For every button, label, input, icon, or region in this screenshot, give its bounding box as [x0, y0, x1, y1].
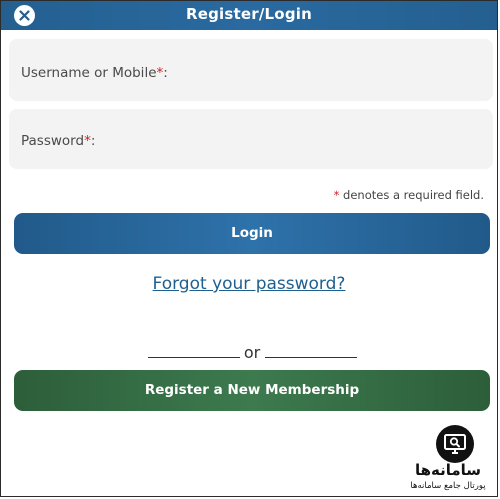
password-label: Password*: — [21, 133, 96, 149]
dialog-header: Register/Login — [1, 1, 497, 30]
watermark-logo: سامانه‌ها پورتال جامع سامانه‌ها — [399, 425, 497, 495]
divider-line-left — [148, 357, 240, 358]
watermark-subtitle: پورتال جامع سامانه‌ها — [410, 481, 486, 491]
login-button[interactable]: Login — [14, 213, 490, 254]
login-dialog: Register/Login Username or Mobile*: Pass… — [0, 0, 498, 497]
watermark-circle — [436, 425, 474, 463]
register-membership-button[interactable]: Register a New Membership — [14, 370, 490, 411]
or-divider: or — [1, 343, 497, 363]
monitor-search-icon — [444, 434, 466, 454]
divider-line-right — [265, 357, 357, 358]
password-field[interactable]: Password*: — [9, 109, 493, 169]
required-field-note: * denotes a required field. — [333, 188, 484, 202]
dialog-title: Register/Login — [186, 5, 312, 23]
username-field[interactable]: Username or Mobile*: — [9, 39, 493, 101]
forgot-password-link[interactable]: Forgot your password? — [1, 274, 497, 294]
required-marker: * — [84, 133, 91, 149]
watermark-name: سامانه‌ها — [414, 461, 482, 479]
username-label: Username or Mobile*: — [21, 65, 168, 81]
or-label: or — [243, 343, 261, 362]
